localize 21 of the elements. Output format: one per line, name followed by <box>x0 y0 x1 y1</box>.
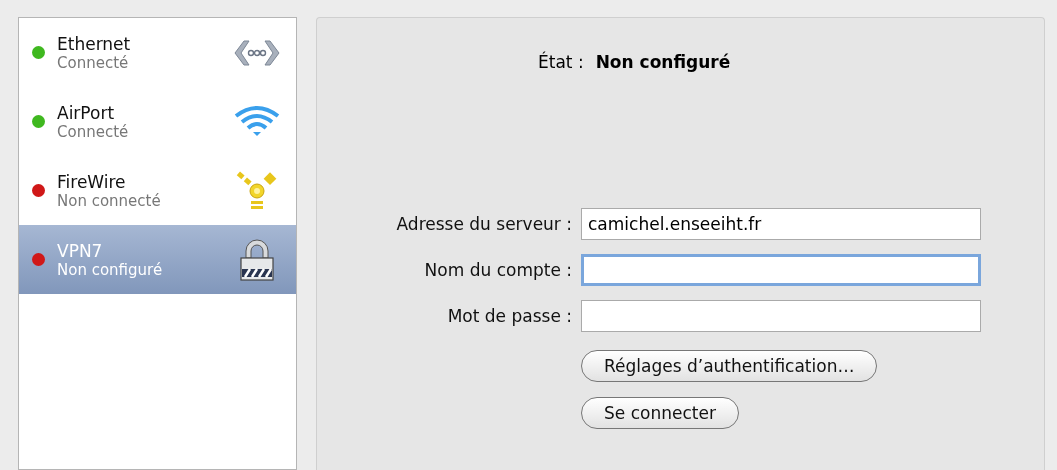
text-field[interactable] <box>581 300 981 332</box>
service-status: Non configuré <box>57 260 164 279</box>
service-status: Connecté <box>57 122 130 141</box>
push-button[interactable]: Réglages d’authentification… <box>581 350 878 382</box>
service-status: Non connecté <box>57 191 162 210</box>
text-field[interactable] <box>581 254 981 286</box>
service-name: VPN7 <box>57 240 104 261</box>
state-label: État : <box>538 52 584 72</box>
service-name: FireWire <box>57 171 127 192</box>
text-field[interactable]: camichel.enseeiht.fr <box>581 208 981 240</box>
service-item[interactable]: FireWire Non connecté <box>19 156 296 225</box>
service-status: Connecté <box>57 53 130 72</box>
field-label: Adresse du serveur : <box>395 214 572 234</box>
field-label: Mot de passe : <box>446 306 572 326</box>
service-item[interactable]: Ethernet Connecté <box>19 18 296 87</box>
service-name: Ethernet <box>57 33 132 54</box>
state-value: Non configuré <box>595 52 731 72</box>
push-button[interactable]: Se connecter <box>581 397 739 429</box>
service-name: AirPort <box>57 102 116 123</box>
service-item[interactable]: AirPort Connecté <box>19 87 296 156</box>
field-label: Nom du compte : <box>423 260 572 280</box>
